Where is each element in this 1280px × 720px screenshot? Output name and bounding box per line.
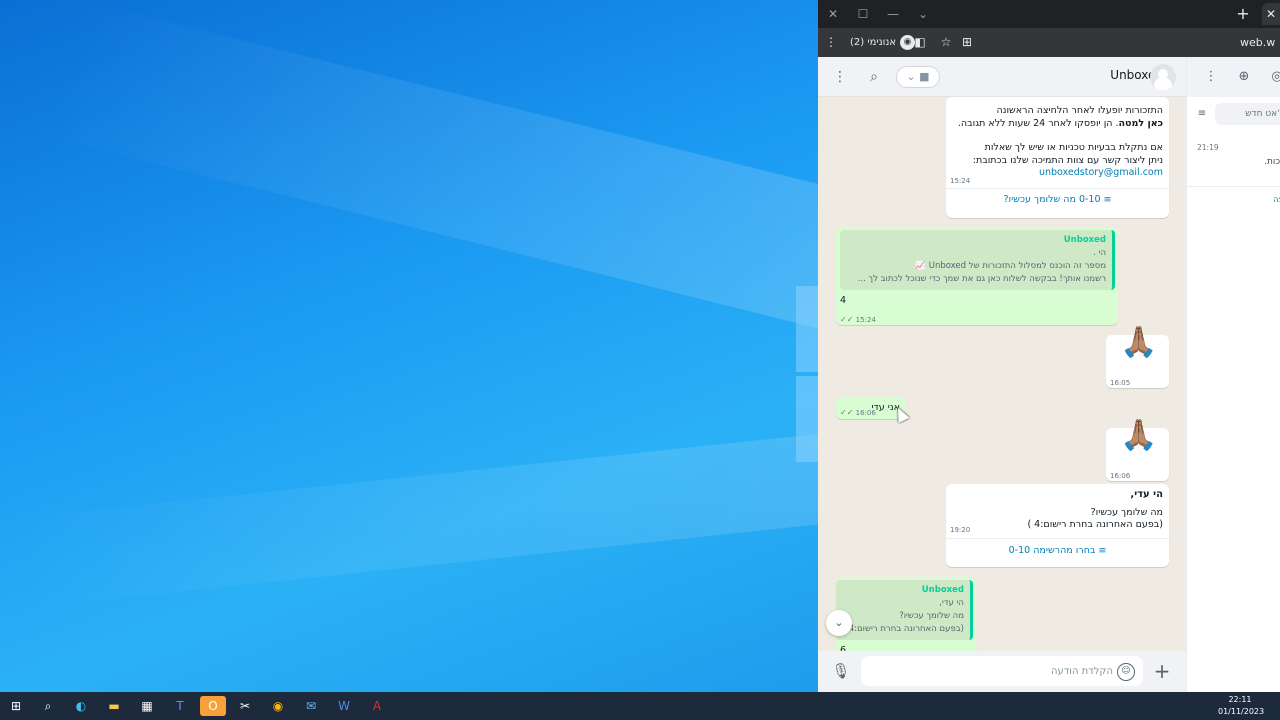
browser-window: ✕ ☐ — ⌄ + ✕ ⋮ ◉ אנונימי (2) ◧ ☆ ⊞ web.w … xyxy=(818,0,1280,692)
tab-close-icon[interactable]: ✕ xyxy=(1262,3,1280,25)
chat-menu-icon[interactable]: ⋮ xyxy=(830,67,850,87)
outgoing-message: Unboxed הי . מספר זה הוכנס למסלול התזכור… xyxy=(836,227,1118,325)
message-text: התזכורות יופעלו לאחר הלחיצה הראשונה xyxy=(996,105,1163,116)
address-bar[interactable]: web.w xyxy=(1240,33,1280,52)
emoji-icon[interactable]: ☺ xyxy=(1117,663,1135,681)
message-time: 15:24 xyxy=(950,177,971,185)
list-reply-button[interactable]: ≡ 0-10 מה שלומך עכשיו? xyxy=(946,188,1169,210)
incoming-message: 🙏🏽 16:05 xyxy=(1106,325,1169,388)
file-explorer-icon[interactable]: ▬ xyxy=(103,696,125,716)
message-time: 16:05 xyxy=(1110,379,1131,387)
chat-preview: גשיות ארוכות. xyxy=(1264,157,1280,167)
bookmark-star-icon[interactable]: ☆ xyxy=(938,32,954,53)
message-time: 16:06 xyxy=(1110,472,1131,480)
taskbar: ⊞ ⌕ ◐ ▬ ▦ T O ✂ ◉ ✉ W A 22:11 01/11/2023 xyxy=(0,692,1280,720)
clock-time: 22:11 xyxy=(1228,695,1252,704)
list-item[interactable]: 21:19 גשיות ארוכות. xyxy=(1187,133,1280,187)
message-list[interactable]: התזכורות יופעלו לאחר הלחיצה הראשונה כאן … xyxy=(818,97,1186,651)
extensions-icon[interactable]: ⊞ xyxy=(958,32,976,53)
search-icon[interactable]: ⌕ xyxy=(37,696,59,716)
chat-header: ⋮ ⌕ ⌄ ■ Unboxed xyxy=(818,57,1186,97)
message-text: (בפעם האחרונה בחרת רישום:4 ) xyxy=(1027,519,1163,530)
email-link[interactable]: unboxedstory@gmail.com xyxy=(948,167,1163,180)
edge-icon[interactable]: ◐ xyxy=(70,696,92,716)
video-call-button[interactable]: ⌄ ■ xyxy=(896,66,940,88)
encryption-notice-link[interactable]: ות מקצה לקצה xyxy=(1227,195,1280,204)
message-text: מה שלומך עכשיו? xyxy=(1090,506,1163,518)
search-icon[interactable]: ⌕ xyxy=(864,67,884,87)
word-icon[interactable]: W xyxy=(333,696,355,716)
quoted-message[interactable]: Unboxed הי . מספר זה הוכנס למסלול התזכור… xyxy=(840,230,1115,290)
browser-menu-icon[interactable]: ⋮ xyxy=(824,32,838,53)
double-check-icon: ✓✓ xyxy=(840,408,854,417)
chat-panel: ⋮ ⌕ ⌄ ■ Unboxed התזכורות יופעלו לאחר הלח… xyxy=(818,57,1186,692)
attach-plus-icon[interactable]: + xyxy=(1152,661,1172,681)
snip-tool-icon[interactable]: ✂ xyxy=(234,696,256,716)
message-text: 4 xyxy=(840,295,847,306)
microphone-icon[interactable]: 🎙 xyxy=(831,661,851,681)
new-tab-button[interactable]: + xyxy=(1232,3,1254,25)
scroll-down-button[interactable]: ⌄ xyxy=(826,610,852,636)
system-clock[interactable]: 22:11 01/11/2023 xyxy=(1218,694,1265,718)
folded-hands-emoji: 🙏🏽 xyxy=(1120,418,1158,453)
acrobat-icon[interactable]: A xyxy=(366,696,388,716)
folded-hands-emoji: 🙏🏽 xyxy=(1120,325,1158,360)
teams-icon[interactable]: T xyxy=(169,696,191,716)
tab-search-icon[interactable]: ⌄ xyxy=(910,3,936,25)
minimize-window-icon[interactable]: — xyxy=(880,3,906,25)
message-title: הי עדי, xyxy=(1130,489,1163,500)
start-windows-icon[interactable]: ⊞ xyxy=(5,696,27,716)
incoming-message: התזכורות יופעלו לאחר הלחיצה הראשונה כאן … xyxy=(946,97,1169,218)
double-check-icon: ✓✓ xyxy=(840,315,854,324)
browser-titlebar: ✕ ☐ — ⌄ + ✕ xyxy=(818,0,1280,28)
browser-toolbar: ⋮ ◉ אנונימי (2) ◧ ☆ ⊞ web.w xyxy=(818,28,1280,57)
contact-name[interactable]: Unboxed xyxy=(1068,68,1163,82)
incoming-message: הי עדי, מה שלומך עכשיו? (בפעם האחרונה בח… xyxy=(946,484,1169,567)
new-chat-icon[interactable]: ⊕ xyxy=(1234,67,1254,87)
outlook-icon[interactable]: O xyxy=(200,696,226,716)
message-time: ✓✓ 16:06 xyxy=(840,408,876,417)
sidebar-menu-icon[interactable]: ⋮ xyxy=(1201,67,1221,87)
message-time: 19:20 xyxy=(950,526,971,534)
maximize-window-icon[interactable]: ☐ xyxy=(850,3,876,25)
outgoing-message: Unboxed הי עדי, מה שלומך עכשיו? (בפעם הא… xyxy=(836,577,976,651)
clock-date: 01/11/2023 xyxy=(1218,707,1265,716)
message-text: אם נתקלת בבעיות טכניות או שיש לך שאלות xyxy=(984,142,1163,153)
store-icon[interactable]: ▦ xyxy=(136,696,158,716)
whatsapp-web: ⋮ ⌕ ⌄ ■ Unboxed התזכורות יופעלו לאחר הלח… xyxy=(818,57,1280,692)
avatar[interactable] xyxy=(1150,64,1176,90)
search-input[interactable]: צ'אט חדש xyxy=(1215,103,1280,125)
incoming-message: 🙏🏽 16:06 xyxy=(1106,418,1169,481)
windows-logo-pane xyxy=(796,286,818,372)
windows-logo-pane xyxy=(796,376,818,462)
filter-icon[interactable]: ≡ xyxy=(1195,107,1209,121)
list-reply-button[interactable]: ≡ בחרו מהרשימה 0-10 xyxy=(946,538,1169,562)
profile-label: אנונימי (2) xyxy=(850,37,897,48)
chat-time: 21:19 xyxy=(1197,143,1219,152)
mail-icon[interactable]: ✉ xyxy=(300,696,322,716)
quoted-message[interactable]: Unboxed הי עדי, מה שלומך עכשיו? (בפעם הא… xyxy=(836,580,973,640)
chrome-icon[interactable]: ◉ xyxy=(267,696,289,716)
message-text: ניתן ליצור קשר עם צוות התמיכה שלנו בכתוב… xyxy=(972,154,1163,166)
side-panel-icon[interactable]: ◧ xyxy=(912,32,928,53)
message-text: כאן למטה. הן יופסקו לאחר 24 שעות ללא תגו… xyxy=(957,117,1163,129)
compose-bar: 🎙 ☺ + xyxy=(818,651,1186,692)
status-icon[interactable]: ◎ xyxy=(1267,67,1280,87)
chat-list-panel: ⋮ ⊕ ◎ ≡ צ'אט חדש 21:19 גשיות ארוכות. ות … xyxy=(1186,57,1280,692)
message-time: ✓✓ 15:24 xyxy=(840,315,876,324)
profile-button[interactable]: ◉ אנונימי (2) xyxy=(846,33,919,52)
message-input[interactable] xyxy=(861,656,1143,686)
sidebar-header: ⋮ ⊕ ◎ xyxy=(1187,57,1280,97)
close-window-icon[interactable]: ✕ xyxy=(820,3,846,25)
